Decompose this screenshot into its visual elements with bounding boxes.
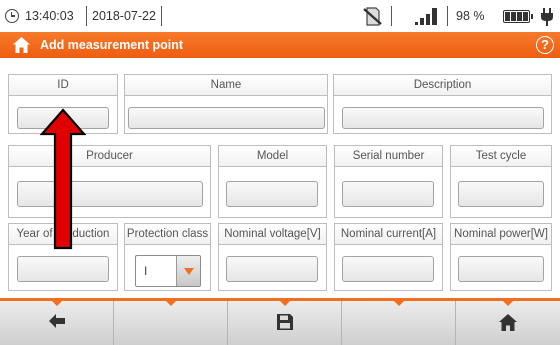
status-separator [391,6,392,26]
clock-icon [5,9,19,23]
serial-number-input[interactable] [342,181,434,207]
save-icon [276,314,293,330]
status-separator [86,6,87,26]
protection-class-select[interactable]: I [135,255,201,287]
protection-class-label: Protection class [125,224,210,245]
bottom-toolbar [0,298,560,345]
name-label: Name [125,75,327,96]
status-time: 13:40:03 [25,9,74,23]
home-icon [499,314,517,331]
nominal-voltage-label: Nominal voltage[V] [219,224,326,245]
nominal-voltage-field: Nominal voltage[V] [218,223,327,291]
nominal-current-field: Nominal current[A] [334,223,443,291]
test-cycle-field: Test cycle [450,145,552,218]
battery-icon [503,10,533,23]
nominal-voltage-input[interactable] [226,256,318,282]
serial-number-label: Serial number [335,146,442,167]
home-icon[interactable] [12,36,31,54]
model-field: Model [218,145,327,218]
name-field: Name [124,74,328,134]
power-plug-icon [541,8,553,26]
serial-number-field: Serial number [334,145,443,218]
status-date: 2018-07-22 [92,9,156,23]
no-memory-card-icon [363,7,382,26]
nominal-power-label: Nominal power[W] [451,224,551,245]
protection-class-value: I [144,264,148,278]
nominal-current-input[interactable] [342,256,434,282]
test-cycle-label: Test cycle [451,146,551,167]
nominal-current-label: Nominal current[A] [335,224,442,245]
toolbar-empty-slot[interactable] [114,301,228,345]
year-of-production-input[interactable] [17,256,109,282]
status-separator [447,6,448,26]
model-label: Model [219,146,326,167]
producer-field: Producer [8,145,211,218]
model-input[interactable] [226,181,318,207]
test-cycle-input[interactable] [458,181,544,207]
name-input[interactable] [128,107,325,129]
page-title: Add measurement point [40,38,184,52]
annotation-arrow-icon [40,108,86,250]
nominal-power-input[interactable] [458,256,544,282]
status-bar: 13:40:03 2018-07-22 98 % [0,0,560,32]
status-separator [161,6,162,26]
help-icon[interactable]: ? [536,36,554,54]
back-button[interactable] [0,301,114,345]
toolbar-empty-slot[interactable] [342,301,456,345]
home-button[interactable] [456,301,560,345]
chevron-down-icon[interactable] [176,256,200,286]
signal-strength-icon [415,8,437,25]
back-arrow-icon [48,314,65,328]
description-label: Description [334,75,551,96]
nominal-power-field: Nominal power[W] [450,223,552,291]
title-bar: Add measurement point ? [0,32,560,58]
clock: 13:40:03 [5,0,74,32]
description-field: Description [333,74,552,134]
id-label: ID [9,75,117,96]
protection-class-field: Protection class I [124,223,211,291]
battery-percent: 98 % [456,9,485,23]
description-input[interactable] [342,107,544,129]
save-button[interactable] [228,301,342,345]
